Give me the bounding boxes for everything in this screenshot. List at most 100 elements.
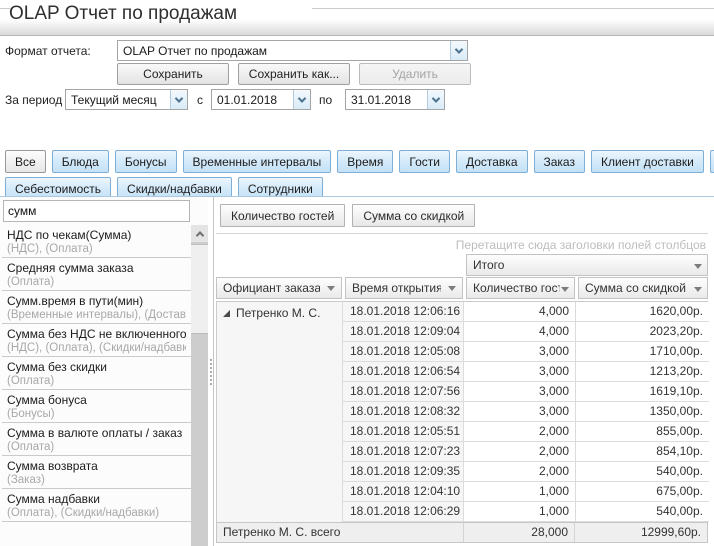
column-group-header-itogo[interactable]: Итого (466, 254, 708, 276)
scroll-up-icon[interactable] (191, 225, 208, 242)
filter-tab[interactable]: Клиент доставки (591, 150, 704, 173)
filter-tab[interactable]: Блюда (52, 150, 109, 173)
groupbox-line (312, 8, 714, 9)
chevron-down-icon[interactable] (170, 90, 187, 109)
filter-tab[interactable]: Заказ (534, 150, 585, 173)
field-list-item[interactable]: Сумма бонуса(Бонусы) (2, 390, 191, 423)
cell-guest-count[interactable]: 2,000 (464, 442, 576, 462)
cell-open-time[interactable]: 18.01.2018 12:09:04 (343, 322, 464, 342)
field-subtitle: (Временные интервалы), (Доставк (7, 308, 186, 321)
field-list-item[interactable]: Сумма без НДС не включенного в с(НДС), (… (2, 324, 191, 357)
chevron-down-icon[interactable] (450, 41, 467, 60)
cell-discount-sum[interactable]: 1710,00р. (576, 342, 709, 362)
filter-tab[interactable]: Гости (399, 150, 450, 173)
field-title: Сумма возврата (7, 459, 186, 473)
cell-guest-count[interactable]: 3,000 (464, 402, 576, 422)
field-list: НДС по чекам(Сумма)(НДС), (Оплата)Средня… (2, 225, 191, 546)
date-from-label: с (197, 93, 203, 107)
group-name: Петренко М. С. (236, 306, 320, 320)
field-list-item[interactable]: Сумма возврата(Заказ) (2, 456, 191, 489)
grip-dots-icon (210, 367, 212, 369)
cell-discount-sum[interactable]: 1619,10р. (576, 382, 709, 402)
cell-open-time[interactable]: 18.01.2018 12:08:32 (343, 402, 464, 422)
cell-open-time[interactable]: 18.01.2018 12:04:10 (343, 482, 464, 502)
dropdown-triangle-icon[interactable] (694, 264, 702, 269)
date-from-field[interactable]: 01.01.2018 (211, 89, 311, 110)
cell-guest-count[interactable]: 4,000 (464, 322, 576, 342)
cell-discount-sum[interactable]: 540,00р. (576, 462, 709, 482)
delete-button[interactable]: Удалить (359, 63, 471, 85)
filter-triangle-icon[interactable] (561, 287, 569, 292)
save-button[interactable]: Сохранить (117, 63, 229, 85)
cell-discount-sum[interactable]: 540,00р. (576, 502, 709, 522)
filter-tab[interactable]: Все (5, 150, 46, 173)
cell-open-time[interactable]: 18.01.2018 12:05:51 (343, 422, 464, 442)
cell-guest-count[interactable]: 1,000 (464, 502, 576, 522)
filter-triangle-icon[interactable] (327, 286, 335, 291)
cell-open-time[interactable]: 18.01.2018 12:05:08 (343, 342, 464, 362)
cell-open-time[interactable]: 18.01.2018 12:06:54 (343, 362, 464, 382)
cell-guest-count[interactable]: 3,000 (464, 362, 576, 382)
cell-open-time[interactable]: 18.01.2018 12:07:56 (343, 382, 464, 402)
field-list-item[interactable]: Сумм.время в пути(мин)(Временные интерва… (2, 291, 191, 324)
field-title: Сумма бонуса (7, 393, 186, 407)
filter-tab[interactable]: Доставка (456, 150, 528, 173)
cell-guest-count[interactable]: 1,000 (464, 482, 576, 502)
row-header-open-time[interactable]: Время открытия (345, 277, 463, 299)
olap-report-window: OLAP Отчет по продажам Формат отчета: OL… (0, 0, 714, 546)
field-subtitle: (НДС), (Оплата), (Скидки/надбавк (7, 341, 186, 354)
cell-discount-sum[interactable]: 1213,20р. (576, 362, 709, 382)
cell-discount-sum[interactable]: 854,10р. (576, 442, 709, 462)
filter-triangle-icon[interactable] (694, 287, 702, 292)
cell-discount-sum[interactable]: 855,00р. (576, 422, 709, 442)
total-label: Петренко М. С. всего (217, 523, 464, 542)
chevron-down-icon[interactable] (427, 90, 444, 109)
cell-open-time[interactable]: 18.01.2018 12:09:35 (343, 462, 464, 482)
chevron-down-icon[interactable] (293, 90, 310, 109)
cell-guest-count[interactable]: 2,000 (464, 422, 576, 442)
format-label: Формат отчета: (5, 44, 91, 58)
data-field-chips: Количество гостей Сумма со скидкой (220, 204, 475, 227)
field-list-item[interactable]: Сумма без скидки(Оплата) (2, 357, 191, 390)
date-to-label: по (319, 93, 332, 107)
group-row-header[interactable]: Петренко М. С. (217, 302, 343, 522)
cell-guest-count[interactable]: 4,000 (464, 302, 576, 322)
cell-open-time[interactable]: 18.01.2018 12:07:23 (343, 442, 464, 462)
field-list-item[interactable]: НДС по чекам(Сумма)(НДС), (Оплата) (2, 225, 191, 258)
field-list-item[interactable]: Сумма в валюте оплаты / заказ(Оплата) (2, 423, 191, 456)
filter-triangle-icon[interactable] (448, 286, 456, 291)
column-header-discount-sum[interactable]: Сумма со скидкой (578, 277, 708, 299)
cell-guest-count[interactable]: 3,000 (464, 342, 576, 362)
column-header-guest-count[interactable]: Количество гостей (466, 277, 575, 299)
cell-discount-sum[interactable]: 1620,00р. (576, 302, 709, 322)
field-list-item[interactable]: Средняя сумма заказа(Оплата) (2, 258, 191, 291)
field-list-item[interactable]: Сумма надбавки(Оплата), (Скидки/надбавки… (2, 489, 191, 522)
field-subtitle: (Бонусы) (7, 407, 186, 420)
chip-guest-count[interactable]: Количество гостей (220, 204, 345, 227)
cell-guest-count[interactable]: 3,000 (464, 382, 576, 402)
cell-discount-sum[interactable]: 675,00р. (576, 482, 709, 502)
cell-discount-sum[interactable]: 2023,20р. (576, 322, 709, 342)
grip-dots-icon (210, 375, 212, 377)
cell-open-time[interactable]: 18.01.2018 12:06:29 (343, 502, 464, 522)
cell-guest-count[interactable]: 2,000 (464, 462, 576, 482)
group-expanded-icon[interactable] (223, 310, 230, 317)
cell-open-time[interactable]: 18.01.2018 12:06:16 (343, 302, 464, 322)
cell-discount-sum[interactable]: 1350,00р. (576, 402, 709, 422)
filter-tab[interactable]: Время (337, 150, 393, 173)
filter-tab[interactable]: Корпорация (710, 150, 714, 173)
sidebar-scrollbar[interactable] (191, 225, 208, 546)
filter-tab[interactable]: Временные интервалы (183, 150, 332, 173)
row-header-waiter[interactable]: Официант заказа (216, 277, 342, 299)
column-drop-zone[interactable]: Перетащите сюда заголовки полей столбцов (216, 233, 708, 254)
filter-tab[interactable]: Бонусы (115, 150, 177, 173)
save-as-button[interactable]: Сохранить как... (238, 63, 350, 85)
period-preset-select[interactable]: Текущий месяц (65, 89, 188, 110)
report-format-select[interactable]: OLAP Отчет по продажам (117, 40, 468, 61)
chip-discount-sum[interactable]: Сумма со скидкой (352, 204, 475, 227)
date-to-field[interactable]: 31.01.2018 (345, 89, 445, 110)
field-search-input[interactable] (3, 200, 190, 222)
scrollbar-thumb[interactable] (191, 244, 208, 334)
field-title: Сумма без НДС не включенного в с (7, 327, 186, 341)
page-title: OLAP Отчет по продажам (9, 3, 237, 25)
